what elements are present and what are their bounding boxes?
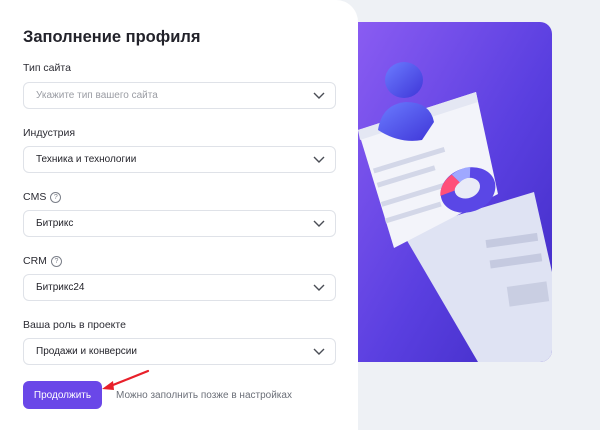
question-circle-icon[interactable]: ? (50, 191, 62, 203)
profile-form-card: Заполнение профиля Тип сайта Укажите тип… (0, 0, 358, 430)
chevron-down-icon (313, 92, 325, 99)
cms-select[interactable]: Битрикс (23, 210, 336, 237)
profile-illustration (358, 22, 552, 362)
chevron-down-icon (313, 348, 325, 355)
crm-value: Битрикс24 (36, 282, 85, 293)
role-value: Продажи и конверсии (36, 346, 137, 357)
chevron-down-icon (313, 156, 325, 163)
page-title: Заполнение профиля (23, 28, 201, 46)
industry-select[interactable]: Техника и технологии (23, 146, 336, 173)
chevron-down-icon (313, 284, 325, 291)
role-label-text: Ваша роль в проекте (23, 319, 126, 331)
cms-label-text: CMS (23, 191, 47, 203)
industry-value: Техника и технологии (36, 154, 137, 165)
industry-label-text: Индустрия (23, 127, 76, 139)
continue-button[interactable]: Продолжить (23, 381, 102, 409)
crm-label: CRM ? (23, 255, 62, 267)
annotation-arrow-icon (102, 369, 150, 390)
site-type-select[interactable]: Укажите тип вашего сайта (23, 82, 336, 109)
site-type-label-text: Тип сайта (23, 62, 71, 74)
crm-label-text: CRM (23, 255, 47, 267)
role-select[interactable]: Продажи и конверсии (23, 338, 336, 365)
chevron-down-icon (313, 220, 325, 227)
profile-document-icon (358, 22, 552, 362)
industry-label: Индустрия (23, 127, 75, 139)
question-circle-icon[interactable]: ? (50, 255, 62, 267)
site-type-placeholder: Укажите тип вашего сайта (36, 90, 158, 101)
crm-select[interactable]: Битрикс24 (23, 274, 336, 301)
role-label: Ваша роль в проекте (23, 319, 126, 331)
site-type-label: Тип сайта (23, 62, 71, 74)
cms-value: Битрикс (36, 218, 74, 229)
cms-label: CMS ? (23, 191, 62, 203)
